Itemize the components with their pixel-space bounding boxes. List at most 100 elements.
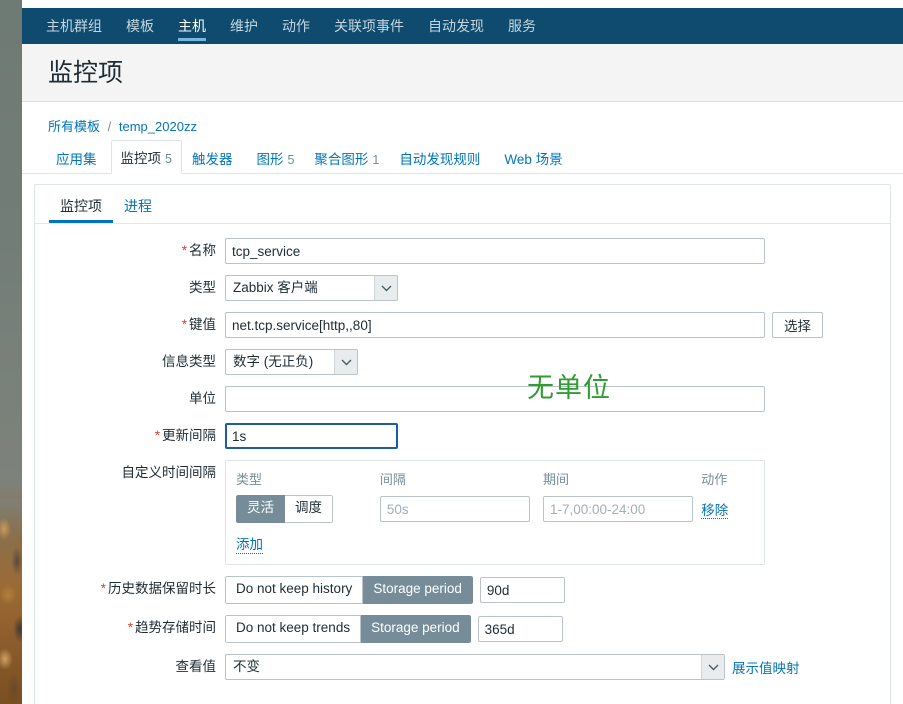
custom-interval-action-cell: 移除 bbox=[701, 499, 754, 520]
breadcrumb-template-name[interactable]: temp_2020zz bbox=[119, 119, 197, 134]
label-custom-intervals: 自定义时间间隔 bbox=[35, 460, 225, 486]
value-type-select-value: 数字 (无正负) bbox=[233, 354, 314, 370]
update-interval-input[interactable] bbox=[225, 423, 398, 450]
nav-item-actions[interactable]: 动作 bbox=[270, 8, 322, 44]
sub-tab-item[interactable]: 监控项 bbox=[49, 186, 113, 223]
custom-interval-row: 灵活 调度 移除 bbox=[236, 495, 754, 524]
item-form-body: *名称 类型 Zabbix 客户端 bbox=[35, 224, 890, 681]
label-units: 单位 bbox=[35, 386, 225, 412]
nav-item-correlation-events[interactable]: 关联项事件 bbox=[322, 8, 416, 44]
value-mapping-select[interactable]: 不变 bbox=[225, 654, 725, 681]
control-history: Do not keep history Storage period bbox=[225, 576, 565, 605]
item-form-panel: 监控项 进程 *名称 类型 bbox=[34, 184, 891, 704]
type-select-value: Zabbix 客户端 bbox=[233, 280, 318, 296]
units-input[interactable] bbox=[225, 386, 765, 413]
sub-tab-preprocessing[interactable]: 进程 bbox=[113, 186, 163, 223]
remove-interval-link[interactable]: 移除 bbox=[701, 502, 729, 519]
nav-item-discovery[interactable]: 自动发现 bbox=[416, 8, 496, 44]
type-select[interactable]: Zabbix 客户端 bbox=[225, 275, 398, 302]
object-tab-count: 1 bbox=[372, 153, 380, 168]
object-tab-discovery-rules[interactable]: 自动发现规则 bbox=[389, 141, 494, 174]
label-type: 类型 bbox=[35, 275, 225, 301]
object-tab-applications[interactable]: 应用集 bbox=[46, 141, 111, 174]
label-update-interval: * 更新间隔 bbox=[35, 423, 225, 449]
required-marker: * bbox=[127, 620, 133, 636]
control-type: Zabbix 客户端 bbox=[225, 275, 398, 302]
object-tab-web-scenarios[interactable]: Web 场景 bbox=[494, 141, 576, 174]
control-units bbox=[225, 386, 765, 413]
interval-type-flexible-button[interactable]: 灵活 bbox=[236, 495, 285, 524]
nav-item-hosts[interactable]: 主机 bbox=[166, 8, 218, 44]
page-header: 监控项 bbox=[22, 44, 903, 103]
label-history: * 历史数据保留时长 bbox=[35, 576, 225, 602]
custom-interval-input[interactable] bbox=[379, 496, 530, 523]
nav-item-host-groups[interactable]: 主机群组 bbox=[34, 8, 114, 44]
object-tab-graphs[interactable]: 图形 5 bbox=[246, 141, 304, 174]
nav-label: 动作 bbox=[282, 18, 310, 34]
required-marker: * bbox=[181, 317, 187, 333]
chevron-down-icon bbox=[374, 276, 397, 301]
top-navigation-list: 主机群组 模板 主机 维护 动作 关联项事件 自动发现 服务 bbox=[22, 8, 903, 44]
interval-type-toggle: 灵活 调度 bbox=[236, 495, 333, 524]
form-row-key: *键值 选择 bbox=[35, 312, 890, 339]
trends-do-not-keep-button[interactable]: Do not keep trends bbox=[225, 615, 362, 644]
trends-storage-input[interactable] bbox=[477, 616, 563, 643]
add-interval-link[interactable]: 添加 bbox=[236, 533, 263, 555]
chevron-down-icon bbox=[701, 655, 724, 680]
object-tab-triggers[interactable]: 触发器 bbox=[182, 141, 247, 174]
label-value-type: 信息类型 bbox=[35, 349, 225, 375]
control-trends: Do not keep trends Storage period bbox=[225, 615, 563, 644]
trends-storage-period-button[interactable]: Storage period bbox=[361, 615, 471, 644]
object-tab-label: 应用集 bbox=[56, 152, 97, 168]
history-do-not-keep-button[interactable]: Do not keep history bbox=[225, 576, 364, 605]
control-value-mapping: 不变 展示值映射 bbox=[225, 654, 800, 681]
browser-window: 主机群组 模板 主机 维护 动作 关联项事件 自动发现 服务 监控项 所有模板 … bbox=[22, 0, 903, 704]
nav-item-templates[interactable]: 模板 bbox=[114, 8, 166, 44]
label-trends: * 趋势存储时间 bbox=[35, 615, 225, 641]
column-header-action: 动作 bbox=[701, 472, 728, 488]
top-navigation-wrapper: 主机群组 模板 主机 维护 动作 关联项事件 自动发现 服务 bbox=[22, 0, 903, 44]
label-text: 类型 bbox=[189, 280, 216, 296]
form-row-units: 单位 bbox=[35, 386, 890, 413]
interval-type-scheduling-button[interactable]: 调度 bbox=[285, 495, 333, 524]
required-marker: * bbox=[100, 581, 106, 597]
control-name bbox=[225, 238, 765, 265]
key-input[interactable] bbox=[225, 312, 765, 339]
object-tab-screens[interactable]: 聚合图形 1 bbox=[304, 141, 389, 174]
sub-tab-label: 监控项 bbox=[60, 197, 102, 214]
control-custom-intervals: 类型 间隔 期间 动作 灵活 调度 50s 1-7,00:00-24:00 移除… bbox=[225, 460, 765, 566]
nav-label: 模板 bbox=[126, 18, 154, 34]
history-mode-toggle: Do not keep history Storage period bbox=[225, 576, 473, 605]
nav-item-maintenance[interactable]: 维护 bbox=[218, 8, 270, 44]
history-storage-input[interactable] bbox=[479, 577, 565, 604]
nav-item-services[interactable]: 服务 bbox=[496, 8, 548, 44]
label-name: * 名称 bbox=[35, 238, 225, 264]
column-header-type: 类型 bbox=[236, 472, 263, 488]
column-header-period: 期间 bbox=[542, 472, 569, 488]
label-text: 名称 bbox=[189, 243, 216, 259]
required-marker: * bbox=[181, 243, 187, 259]
show-value-mappings-link[interactable]: 展示值映射 bbox=[732, 657, 800, 677]
custom-intervals-panel: 类型 间隔 期间 动作 灵活 调度 50s 1-7,00:00-24:00 移除… bbox=[225, 460, 765, 566]
breadcrumb-all-templates[interactable]: 所有模板 bbox=[48, 119, 100, 134]
form-row-name: * 名称 bbox=[35, 238, 890, 265]
name-input[interactable] bbox=[225, 238, 765, 265]
form-row-history: * 历史数据保留时长 Do not keep history Storage pe… bbox=[35, 576, 890, 605]
value-type-select[interactable]: 数字 (无正负) bbox=[225, 349, 358, 376]
required-marker: * bbox=[154, 428, 160, 444]
history-storage-period-button[interactable]: Storage period bbox=[363, 576, 473, 605]
value-mapping-select-value: 不变 bbox=[233, 659, 260, 675]
label-key: * 键值 bbox=[35, 312, 225, 338]
form-row-value-mapping: 查看值 不变 展示值映射 bbox=[35, 654, 890, 681]
custom-interval-period-input[interactable] bbox=[542, 496, 693, 523]
form-row-update-interval: * 更新间隔 bbox=[35, 423, 890, 450]
custom-interval-period-cell bbox=[542, 496, 701, 523]
nav-label: 主机群组 bbox=[46, 18, 102, 34]
nav-label: 主机 bbox=[178, 18, 206, 34]
nav-label: 维护 bbox=[230, 18, 258, 34]
key-select-button[interactable]: 选择 bbox=[772, 312, 823, 339]
form-row-custom-intervals: 自定义时间间隔 类型 间隔 期间 动作 灵活 调度 50s 1-7,00:00-… bbox=[35, 460, 890, 566]
object-tab-items[interactable]: 监控项 5 bbox=[110, 140, 182, 175]
label-text: 自定义时间间隔 bbox=[121, 465, 217, 481]
form-row-trends: * 趋势存储时间 Do not keep trends Storage perio… bbox=[35, 615, 890, 644]
